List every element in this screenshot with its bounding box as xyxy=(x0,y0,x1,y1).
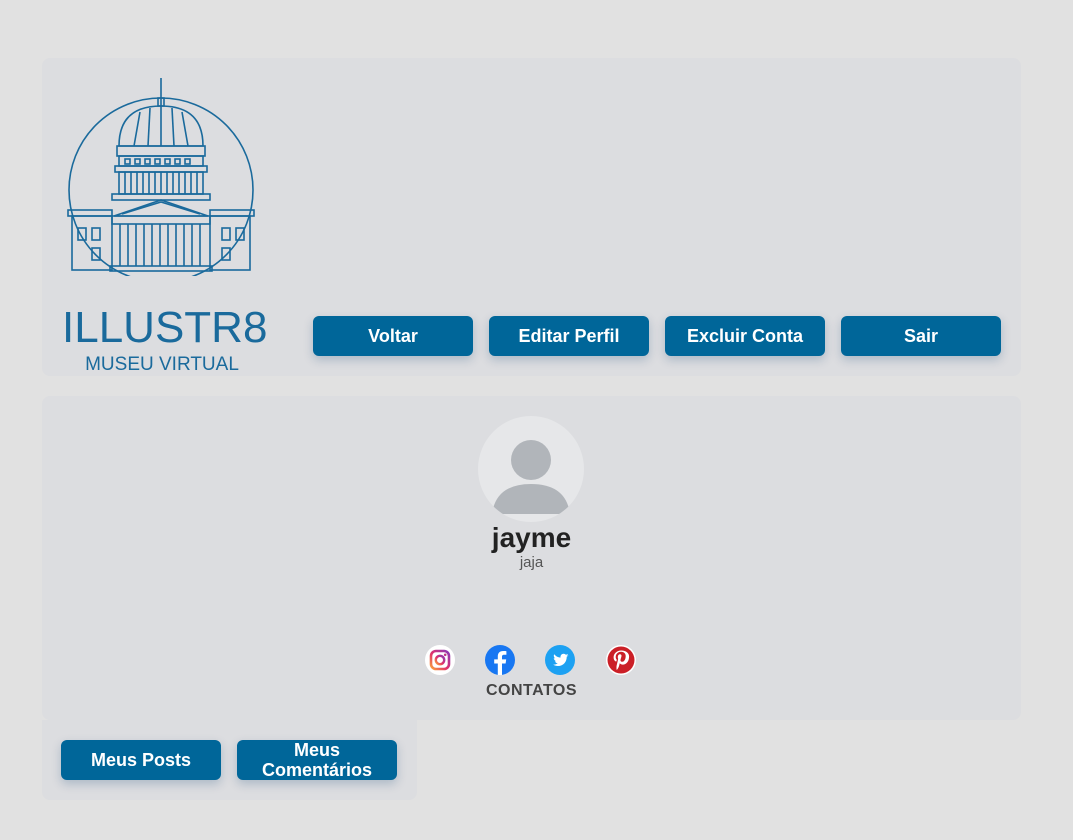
avatar xyxy=(478,416,584,522)
instagram-icon[interactable] xyxy=(424,644,456,676)
profile-handle: jaja xyxy=(519,554,544,571)
profile-username: jayme xyxy=(491,522,572,553)
brand-title: ILLUSTR8 xyxy=(62,303,268,352)
profile-tabs: Meus Posts Meus Comentários xyxy=(42,720,417,800)
museum-dome-icon xyxy=(67,78,255,276)
edit-profile-button[interactable]: Editar Perfil xyxy=(489,316,649,356)
my-posts-button[interactable]: Meus Posts xyxy=(61,740,221,780)
header-panel: ILLUSTR8 MUSEU VIRTUAL Voltar Editar Per… xyxy=(42,58,1021,376)
back-button[interactable]: Voltar xyxy=(313,316,473,356)
facebook-icon[interactable] xyxy=(484,644,516,676)
brand-subtitle: MUSEU VIRTUAL xyxy=(85,354,239,375)
twitter-icon[interactable] xyxy=(544,644,576,676)
my-comments-button[interactable]: Meus Comentários xyxy=(237,740,397,780)
contacts-label: CONTATOS xyxy=(485,682,578,699)
pinterest-icon[interactable] xyxy=(605,644,637,676)
brand-logo[interactable]: ILLUSTR8 MUSEU VIRTUAL xyxy=(62,76,268,375)
logout-button[interactable]: Sair xyxy=(841,316,1001,356)
profile-panel: jayme jaja CONTATOS xyxy=(42,396,1021,720)
delete-account-button[interactable]: Excluir Conta xyxy=(665,316,825,356)
user-avatar-icon xyxy=(492,440,570,514)
